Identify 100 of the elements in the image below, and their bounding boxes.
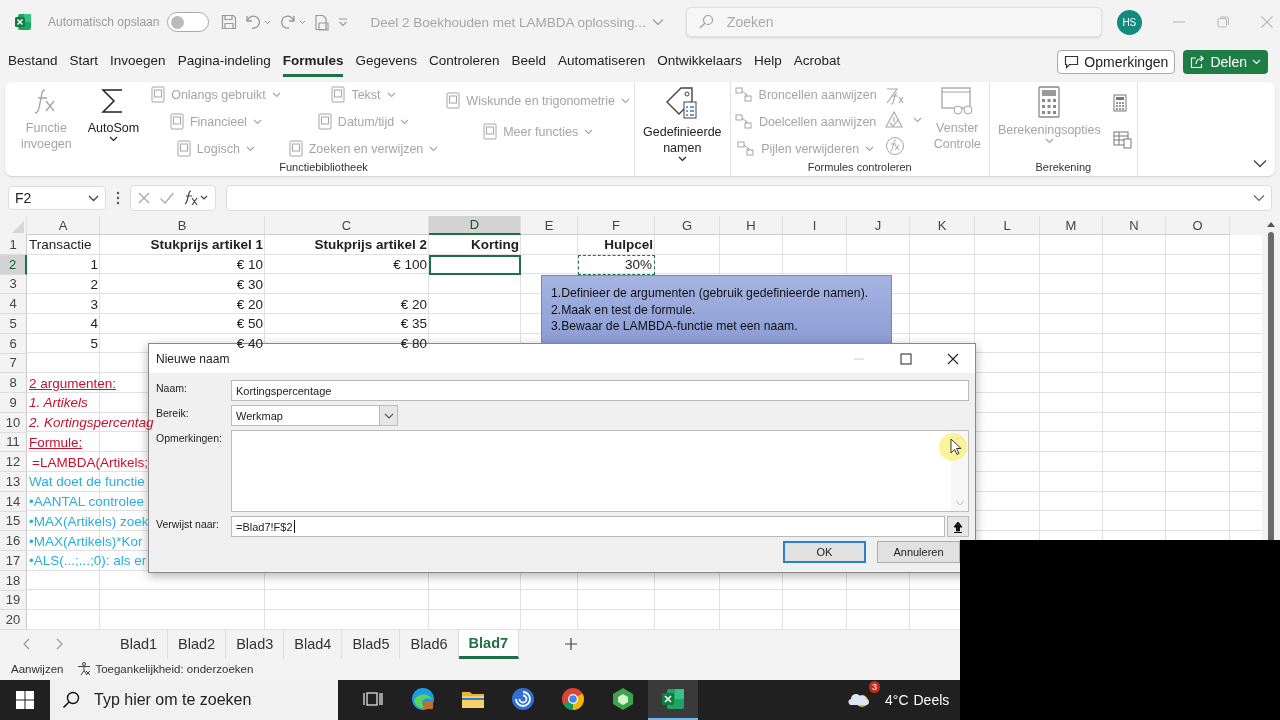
selected-cell[interactable] <box>429 254 521 275</box>
accessibility-icon[interactable] <box>77 662 92 676</box>
evaluate-formula-icon <box>884 135 905 156</box>
dialog-button[interactable]: OK <box>783 541 866 563</box>
row-header[interactable]: 8 <box>0 373 27 393</box>
table-cell: •MAX(Artikels)*Kor <box>29 533 143 549</box>
browser-icon <box>411 687 435 711</box>
close-icon[interactable] <box>947 352 959 365</box>
formula-input[interactable] <box>226 185 1272 211</box>
collapse-ribbon-icon[interactable] <box>1253 159 1267 168</box>
scroll-left-icon[interactable] <box>22 638 30 650</box>
ribbon-button[interactable]: Gedefinieerde namen <box>641 86 724 162</box>
row-header[interactable]: 16 <box>0 531 27 551</box>
row-header[interactable]: 13 <box>0 472 27 492</box>
dialog-button[interactable]: Annuleren <box>877 541 960 563</box>
note-text: 3.Bewaar de LAMBDA-functie met een naam. <box>551 319 798 335</box>
ribbon-icon-button[interactable] <box>1112 131 1133 150</box>
menu-tab[interactable]: Beeld <box>511 47 547 77</box>
confirm-icon[interactable] <box>159 191 175 205</box>
trace-arrows-icon <box>737 140 756 157</box>
caret-icon <box>429 145 439 152</box>
sheet-tab[interactable]: Blad2 <box>168 629 227 659</box>
table-cell: •ALS(...;...;0): als er <box>29 553 147 569</box>
menu-tab[interactable]: Formules <box>282 47 344 77</box>
menu-tab[interactable]: Automatiseren <box>558 47 646 77</box>
restore-icon[interactable] <box>1215 15 1230 29</box>
row-header[interactable]: 20 <box>0 610 27 630</box>
sheet-tab[interactable]: Blad4 <box>284 629 343 659</box>
scroll-down-icon[interactable] <box>954 500 965 506</box>
more-options-icon[interactable] <box>116 191 120 205</box>
menu-tab[interactable]: Bestand <box>8 47 58 77</box>
caret-icon <box>584 128 594 135</box>
function-category-icon <box>483 123 498 140</box>
row-header[interactable]: 5 <box>0 314 27 334</box>
ribbon-button[interactable]: AutoSom <box>85 86 142 142</box>
sheet-tab[interactable]: Blad5 <box>342 629 401 659</box>
name-box[interactable]: F2 <box>8 186 106 210</box>
share-button[interactable]: Delen <box>1183 50 1268 74</box>
menu-tab[interactable]: Gegevens <box>355 47 417 77</box>
autosave-toggle[interactable] <box>167 12 210 32</box>
menu-tab[interactable]: Ontwikkelaars <box>657 47 742 77</box>
scroll-up-icon[interactable] <box>1266 220 1276 228</box>
customize-caret-icon[interactable] <box>337 17 350 27</box>
scope-dropdown[interactable]: Werkmap <box>231 405 398 426</box>
menu-tab[interactable]: Invoegen <box>110 47 166 77</box>
column-header[interactable]: D <box>429 216 521 235</box>
table-cell: € 40 <box>236 336 263 352</box>
warning-icon <box>884 111 905 130</box>
maximize-icon[interactable] <box>900 352 912 365</box>
name-input[interactable]: Kortingspercentage <box>231 380 969 401</box>
insert-function-icon[interactable] <box>183 190 209 206</box>
menu-tab[interactable]: Start <box>69 47 99 77</box>
menu-tab[interactable]: Help <box>753 47 782 77</box>
reference-input[interactable]: =Blad7!F$2 <box>231 516 945 537</box>
weather-text[interactable]: Deels <box>913 692 950 708</box>
comments-button[interactable]: Opmerkingen <box>1057 50 1176 74</box>
trace-arrows-icon <box>734 113 753 130</box>
taskbar-search-field[interactable]: Typ hier om te zoeken <box>50 680 338 720</box>
sheet-tab[interactable]: Blad6 <box>400 629 459 659</box>
windows-start-icon[interactable] <box>16 691 34 709</box>
field-label: Opmerkingen: <box>156 431 223 446</box>
caret-icon <box>912 117 922 124</box>
caret-icon[interactable] <box>651 18 664 26</box>
print-preview-icon[interactable] <box>314 13 331 31</box>
watch-window-icon <box>940 86 975 116</box>
sheet-tab[interactable]: Blad7 <box>458 629 520 659</box>
caret-icon <box>245 145 255 152</box>
add-sheet-icon[interactable] <box>565 638 578 650</box>
cancel-icon[interactable] <box>137 191 151 205</box>
table-cell: 1. Artikels <box>29 395 88 411</box>
table-cell: 2 <box>90 276 98 292</box>
table-cell: € 100 <box>393 257 427 273</box>
search-field[interactable]: Zoeken <box>685 7 1102 37</box>
function-category-icon <box>446 92 461 109</box>
redo-icon[interactable] <box>279 14 308 30</box>
table-cell: 2 argumenten: <box>29 375 117 391</box>
collapse-dialog-button[interactable] <box>947 516 969 537</box>
corner-triangle-icon <box>12 221 24 233</box>
temperature[interactable]: 4°C <box>885 692 909 708</box>
accessibility-status[interactable]: Toegankelijkheid: onderzoeken <box>95 663 254 675</box>
function-category-icon <box>331 86 346 103</box>
notification-badge: 3 <box>869 681 880 693</box>
row-header[interactable]: 12 <box>0 452 27 472</box>
scroll-right-icon[interactable] <box>56 638 64 650</box>
share-icon <box>1190 55 1206 69</box>
row-header[interactable]: 1 <box>0 235 27 255</box>
table-cell: •AANTAL controlee <box>29 494 145 510</box>
menu-tab[interactable]: Acrobat <box>793 47 841 77</box>
sheet-tab[interactable]: Blad1 <box>110 629 169 659</box>
undo-icon[interactable] <box>244 14 273 30</box>
sheet-tab[interactable]: Blad3 <box>226 629 285 659</box>
user-avatar[interactable]: HS <box>1116 9 1142 35</box>
save-icon[interactable] <box>221 14 238 30</box>
row-header[interactable]: 17 <box>0 551 27 571</box>
menu-tab[interactable]: Controleren <box>429 47 500 77</box>
caret-icon <box>1252 59 1261 65</box>
row-header[interactable]: 9 <box>0 393 27 413</box>
menu-tab[interactable]: Pagina-indeling <box>177 47 271 77</box>
row-header[interactable]: 4 <box>0 294 27 314</box>
expand-icon[interactable] <box>1253 194 1265 202</box>
